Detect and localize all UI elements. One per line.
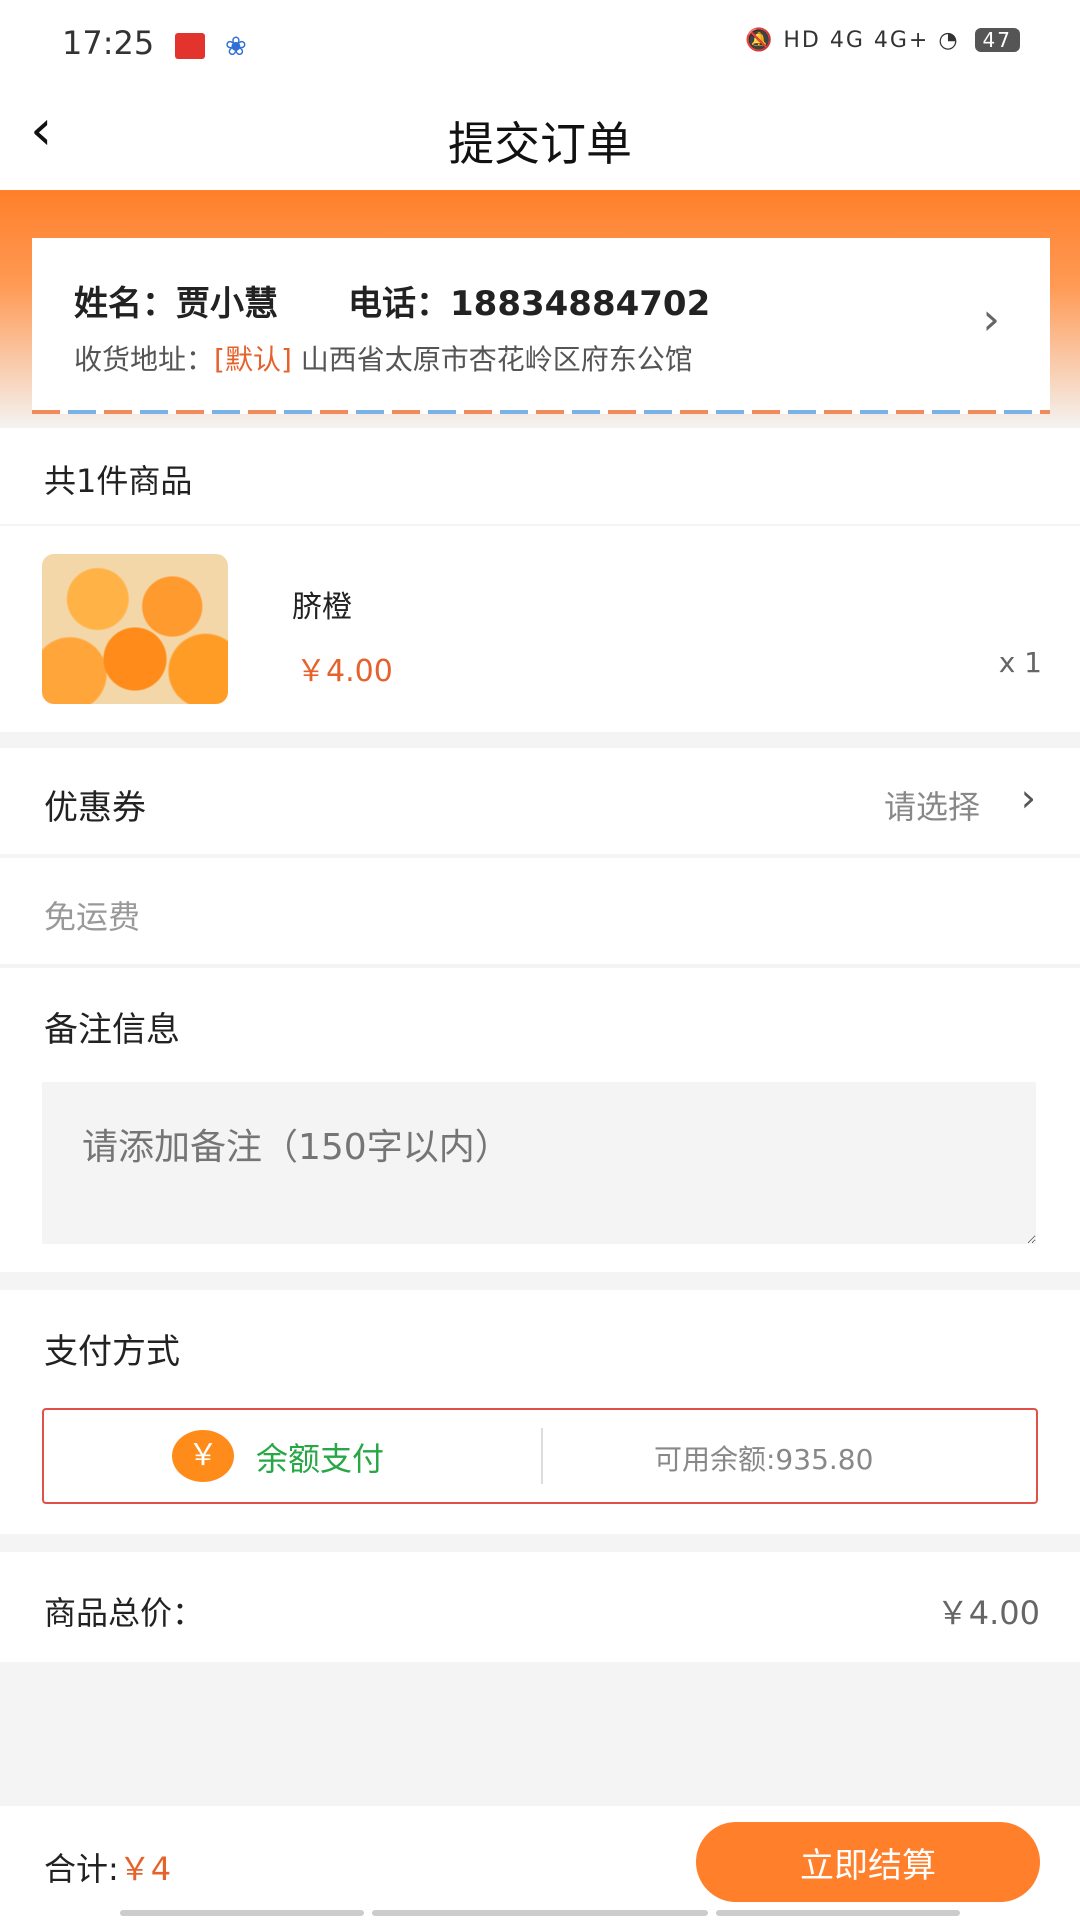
recipient-phone: 18834884702 bbox=[450, 284, 711, 324]
product-name: 脐橙 bbox=[292, 590, 352, 625]
shipping-label: 免运费 bbox=[44, 898, 141, 936]
checkout-bar: 合计:￥4 立即结算 bbox=[0, 1806, 1080, 1920]
system-icons: 🔕 HD 4G 4G+ ◔ 47 bbox=[745, 28, 1020, 53]
sum-value: ￥4 bbox=[118, 1850, 172, 1888]
envelope-stripe bbox=[32, 410, 1050, 414]
shipping-row: 免运费 bbox=[0, 858, 1080, 964]
sum-label: 合计: bbox=[44, 1850, 119, 1888]
item-count-section: 共1件商品 bbox=[0, 428, 1080, 524]
product-row[interactable]: 脐橙 ￥4.00 x 1 bbox=[0, 526, 1080, 732]
nav-header: ‹ 提交订单 bbox=[0, 90, 1080, 190]
nav-gesture-bar bbox=[716, 1910, 960, 1916]
app-notification-icon bbox=[175, 33, 205, 59]
nav-gesture-bar bbox=[372, 1910, 708, 1916]
default-tag: [默认] bbox=[214, 343, 292, 376]
remark-section: 备注信息 bbox=[0, 968, 1080, 1272]
product-image bbox=[42, 554, 228, 704]
chevron-right-icon: › bbox=[1020, 776, 1036, 820]
paw-notification-icon: ❀ bbox=[225, 32, 247, 62]
network-indicator: HD 4G 4G+ bbox=[783, 28, 930, 53]
product-quantity: x 1 bbox=[998, 646, 1042, 679]
wifi-icon: ◔ bbox=[938, 28, 960, 53]
coupon-label: 优惠券 bbox=[44, 788, 146, 828]
total-row: 商品总价： ￥4.00 bbox=[0, 1552, 1080, 1662]
total-label: 商品总价： bbox=[44, 1594, 205, 1632]
balance-payment-option[interactable]: ￥ 余额支付 可用余额:935.80 bbox=[42, 1408, 1038, 1504]
coupon-value: 请选择 bbox=[883, 788, 980, 826]
yuan-coin-icon: ￥ bbox=[172, 1430, 234, 1482]
divider bbox=[541, 1428, 543, 1484]
remark-input[interactable] bbox=[42, 1082, 1036, 1244]
item-count: 共1件商品 bbox=[44, 462, 193, 500]
sum-text: 合计:￥4 bbox=[44, 1844, 171, 1890]
chevron-right-icon: › bbox=[982, 294, 1000, 345]
nav-gesture-bar bbox=[120, 1910, 364, 1916]
checkout-button[interactable]: 立即结算 bbox=[696, 1822, 1040, 1902]
address-line: 收货地址：[默认] 山西省太原市杏花岭区府东公馆 bbox=[74, 338, 693, 378]
address-text: 山西省太原市杏花岭区府东公馆 bbox=[300, 343, 693, 376]
phone-label: 电话： bbox=[348, 284, 450, 324]
recipient-line: 姓名：贾小慧 电话：18834884702 bbox=[74, 276, 710, 325]
payment-label: 支付方式 bbox=[44, 1332, 180, 1372]
available-balance: 可用余额:935.80 bbox=[654, 1443, 874, 1476]
recipient-name: 贾小慧 bbox=[176, 284, 278, 324]
page-title: 提交订单 bbox=[448, 117, 632, 171]
payment-method: 余额支付 bbox=[256, 1440, 385, 1478]
mute-icon: 🔕 bbox=[744, 28, 775, 53]
address-label: 收货地址： bbox=[74, 343, 215, 376]
name-label: 姓名： bbox=[74, 284, 176, 324]
address-card[interactable]: 姓名：贾小慧 电话：18834884702 收货地址：[默认] 山西省太原市杏花岭… bbox=[32, 238, 1050, 414]
remark-label: 备注信息 bbox=[44, 1010, 180, 1050]
battery-icon: 47 bbox=[974, 28, 1020, 52]
total-value: ￥4.00 bbox=[936, 1594, 1040, 1632]
status-bar: 17:25 ❀ 🔕 HD 4G 4G+ ◔ 47 bbox=[0, 0, 1080, 90]
status-time: 17:25 bbox=[62, 24, 155, 62]
product-price: ￥4.00 bbox=[296, 654, 393, 689]
coupon-row[interactable]: 优惠券 请选择 › bbox=[0, 748, 1080, 854]
payment-section: 支付方式 ￥ 余额支付 可用余额:935.80 bbox=[0, 1290, 1080, 1534]
